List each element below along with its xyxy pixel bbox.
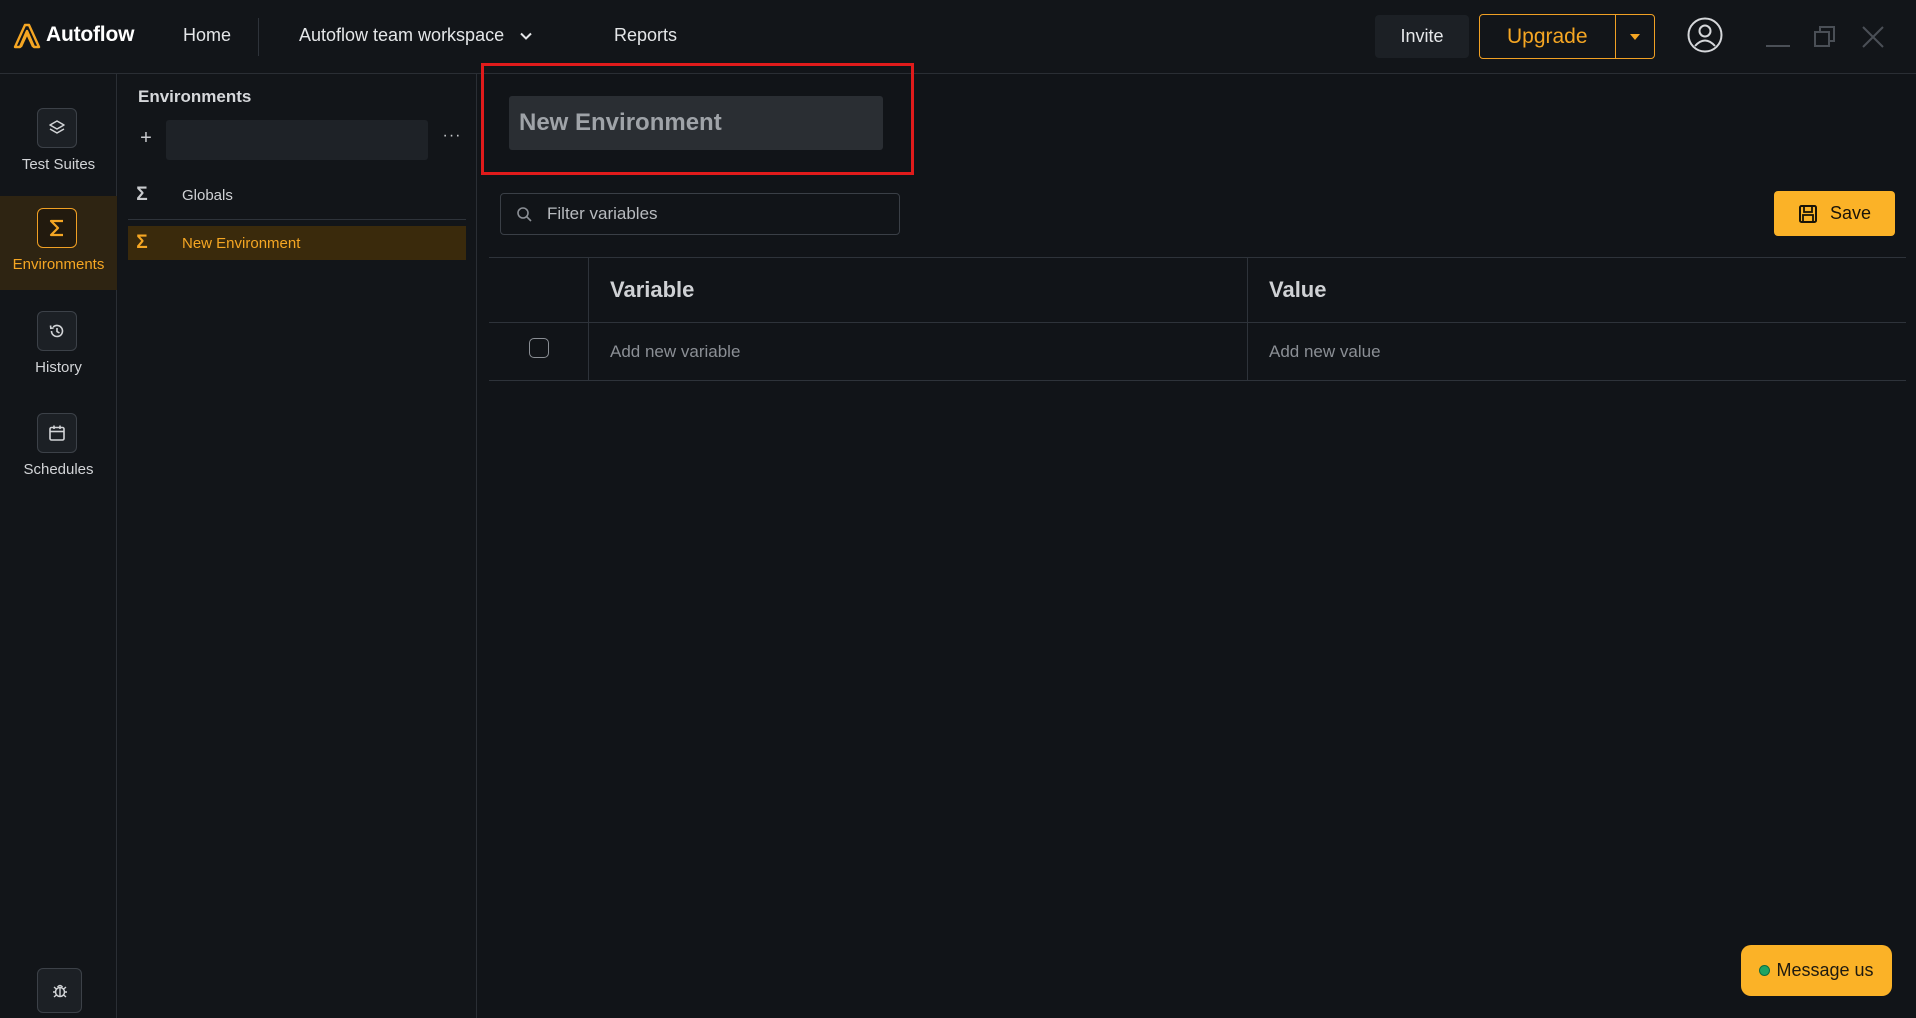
- calendar-icon: [37, 413, 77, 453]
- upgrade-button[interactable]: Upgrade: [1480, 15, 1615, 58]
- message-us-button[interactable]: Message us: [1741, 945, 1892, 996]
- select-column-header: [489, 258, 589, 322]
- close-icon[interactable]: [1860, 24, 1886, 50]
- environment-editor: Save Variable Value: [478, 63, 1916, 1018]
- nav-divider: [258, 18, 259, 56]
- environments-title: Environments: [138, 87, 252, 106]
- environment-item-new-environment[interactable]: Σ New Environment: [128, 226, 466, 260]
- upgrade-dropdown-button[interactable]: [1616, 15, 1654, 58]
- workspace-selector[interactable]: Autoflow team workspace: [299, 25, 534, 46]
- rail-item-history[interactable]: History: [0, 299, 117, 393]
- environment-item-label: Globals: [182, 186, 233, 204]
- rail-label: Schedules: [23, 461, 94, 478]
- caret-down-icon: [1630, 33, 1640, 40]
- table-row: [489, 323, 1906, 381]
- workspace-label: Autoflow team workspace: [299, 25, 505, 45]
- filter-variables-input[interactable]: [547, 204, 899, 224]
- history-icon: [37, 311, 77, 351]
- nav-reports[interactable]: Reports: [614, 25, 677, 46]
- row-checkbox[interactable]: [528, 337, 549, 358]
- variable-cell: [589, 323, 1248, 380]
- search-icon: [517, 206, 532, 222]
- value-column-header: Value: [1269, 277, 1327, 302]
- floppy-disk-icon: [1798, 204, 1817, 223]
- online-status-icon: [1759, 965, 1771, 976]
- upgrade-split-button: Upgrade: [1479, 14, 1655, 59]
- value-cell: [1248, 323, 1906, 380]
- variables-table: Variable Value: [489, 257, 1906, 381]
- autoflow-logo-icon: [13, 23, 41, 49]
- environment-name-input[interactable]: [509, 96, 883, 150]
- environment-search-input[interactable]: [166, 120, 428, 160]
- environment-item-globals[interactable]: Σ Globals: [128, 178, 466, 212]
- nav-home[interactable]: Home: [183, 25, 231, 46]
- environments-panel: Environments + ··· Σ Globals Σ New Envir…: [118, 74, 477, 1018]
- sigma-icon: Σ: [136, 184, 148, 205]
- environment-list-divider: [128, 219, 466, 220]
- save-label: Save: [1829, 203, 1872, 223]
- add-environment-button[interactable]: +: [134, 126, 158, 150]
- row-select-cell: [489, 323, 589, 380]
- message-us-label: Message us: [1776, 960, 1874, 980]
- layers-icon: [37, 108, 77, 148]
- rail-item-environments[interactable]: Environments: [0, 196, 117, 290]
- user-profile-icon[interactable]: [1686, 16, 1724, 54]
- new-variable-input[interactable]: [610, 341, 1184, 362]
- top-bar: Autoflow Home Autoflow team workspace Re…: [0, 0, 1916, 74]
- variable-column-header: Variable: [589, 258, 1248, 322]
- bug-report-button[interactable]: [37, 968, 82, 1013]
- minimize-icon[interactable]: [1765, 24, 1791, 50]
- filter-variables-field[interactable]: [500, 193, 900, 235]
- rail-item-schedules[interactable]: Schedules: [0, 401, 117, 495]
- save-button[interactable]: Save: [1774, 191, 1895, 236]
- table-header-row: Variable Value: [489, 257, 1906, 323]
- chevron-down-icon: [520, 32, 532, 40]
- rail-label: Environments: [12, 256, 105, 273]
- sigma-icon: Σ: [136, 232, 148, 253]
- invite-button[interactable]: Invite: [1375, 15, 1469, 58]
- environment-item-label: New Environment: [182, 234, 301, 252]
- app-name: Autoflow: [46, 23, 135, 46]
- new-value-input[interactable]: [1269, 341, 1843, 362]
- more-options-button[interactable]: ···: [440, 124, 464, 148]
- left-rail: Test Suites Environments History Schedul…: [0, 74, 117, 1018]
- rail-label: History: [35, 359, 82, 376]
- bug-icon: [52, 984, 67, 998]
- restore-icon[interactable]: [1812, 24, 1838, 50]
- rail-item-test-suites[interactable]: Test Suites: [0, 96, 117, 190]
- app-logo[interactable]: Autoflow: [12, 20, 134, 50]
- sigma-icon: [37, 208, 77, 248]
- rail-label: Test Suites: [21, 156, 96, 173]
